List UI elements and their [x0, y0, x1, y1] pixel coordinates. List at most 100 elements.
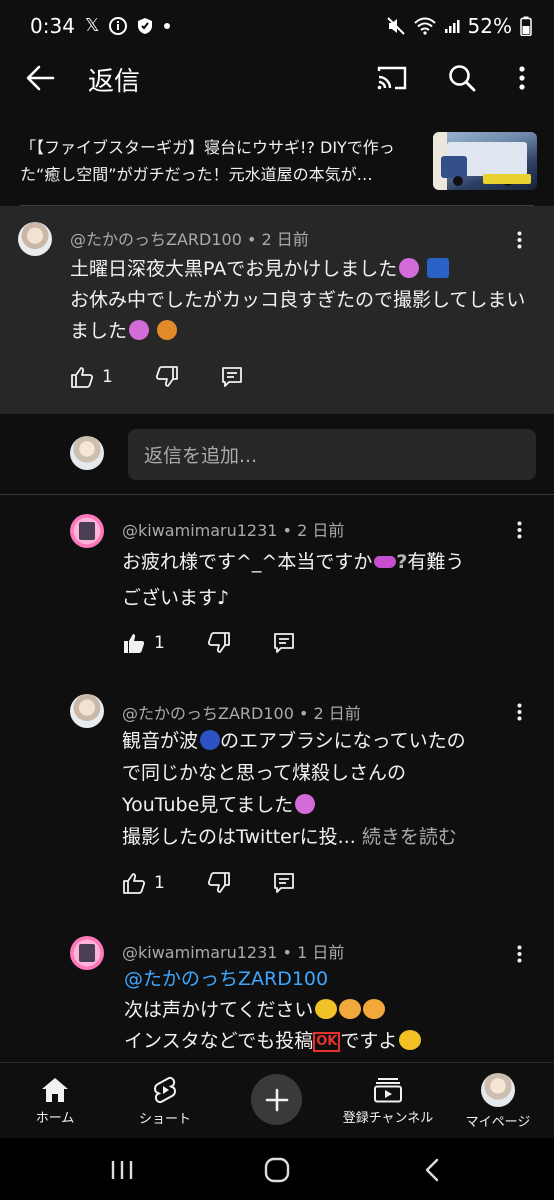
my-avatar	[70, 436, 104, 470]
like-button[interactable]: 1	[70, 366, 113, 388]
comment-author[interactable]: @たかのっちZARD100	[70, 230, 242, 249]
ok-button-emoji-icon: OK	[313, 1032, 341, 1052]
dislike-button[interactable]	[207, 872, 231, 894]
cast-icon	[377, 66, 407, 90]
bottom-navigation: ホーム ショート 登録チャンネル マイページ	[0, 1062, 554, 1138]
read-more-link[interactable]: 続きを読む	[362, 826, 457, 848]
nav-subscriptions[interactable]: 登録チャンネル	[334, 1063, 442, 1139]
comment-meta: @kiwamimaru1231 • 1 日前	[122, 943, 345, 962]
home-icon	[42, 1077, 68, 1102]
thumb-up-icon	[71, 367, 94, 388]
page-title: 返信	[88, 67, 141, 97]
like-count: 1	[102, 367, 113, 387]
question-mark-emoji-icon: ?	[396, 551, 408, 573]
truck-emoji-icon	[427, 258, 450, 278]
comment-meta: @kiwamimaru1231 • 2 日前	[122, 521, 345, 540]
comment-age: 2 日前	[313, 704, 361, 723]
mention-link[interactable]: @たかのっちZARD100	[124, 968, 328, 990]
recent-apps-icon	[111, 1161, 133, 1179]
signal-icon	[444, 18, 460, 34]
comment-text: 土曜日深夜大黒PAでお見かけしました お休み中でしたがカッコ良すぎたので撮影して…	[70, 258, 526, 342]
thumb-up-filled-icon	[124, 634, 145, 653]
reply-button[interactable]	[273, 872, 295, 894]
battery-level: 52%	[467, 14, 512, 38]
app-bar: 返信	[0, 52, 554, 104]
avatar[interactable]	[70, 694, 104, 728]
nav-label: ショート	[138, 1111, 191, 1127]
thumb-down-icon	[155, 366, 178, 387]
video-header[interactable]: 「【ファイブスターギガ】寝台にウサギ!? DIYで作った“癒し空間”がガチだった…	[0, 118, 554, 206]
back-arrow-icon	[26, 65, 55, 91]
reply-input[interactable]: 返信を追加...	[128, 429, 536, 480]
add-reply-row: 返信を追加...	[0, 414, 554, 494]
comment-meta: @たかのっちZARD100 • 2 日前	[122, 704, 361, 723]
more-vert-icon	[517, 945, 521, 963]
nav-shorts[interactable]: ショート	[128, 1063, 202, 1139]
nav-label: ホーム	[35, 1110, 75, 1126]
comment-more-button[interactable]	[509, 698, 529, 726]
status-time: 0:34	[30, 14, 75, 38]
reply-button[interactable]	[273, 632, 295, 654]
comment-actions: 1	[122, 632, 295, 654]
comment-actions: 1	[70, 366, 243, 388]
comment-author[interactable]: @たかのっちZARD100	[122, 704, 294, 723]
notification-dot-icon	[163, 22, 171, 30]
comment-icon	[273, 873, 294, 893]
cast-button[interactable]	[372, 60, 412, 96]
back-button[interactable]	[22, 60, 58, 96]
hand-over-mouth-emoji-icon	[399, 1030, 422, 1050]
comment-icon	[273, 633, 294, 653]
thumbs-up-emoji-icon	[363, 999, 386, 1019]
comment-text: お疲れ様です^_^本当ですか ?有難う ございます♪	[122, 551, 465, 609]
shorts-icon	[154, 1076, 176, 1103]
reply-placeholder: 返信を追加...	[144, 445, 258, 467]
chevron-left-icon	[425, 1158, 439, 1182]
comment-more-button[interactable]	[509, 226, 529, 254]
more-vert-icon	[517, 231, 521, 249]
avatar[interactable]	[70, 514, 104, 548]
video-title: 「【ファイブスターギガ】寝台にウサギ!? DIYで作った“癒し空間”がガチだった…	[20, 138, 395, 184]
person-bowing-emoji-icon	[157, 320, 178, 340]
more-vert-icon	[517, 703, 521, 721]
create-button[interactable]	[251, 1074, 302, 1125]
comment-icon	[221, 367, 242, 387]
home-system-button[interactable]	[255, 1150, 299, 1190]
battery-icon	[520, 16, 532, 36]
profile-avatar	[481, 1072, 515, 1107]
comment-author[interactable]: @kiwamimaru1231	[122, 521, 277, 540]
comment-author[interactable]: @kiwamimaru1231	[122, 943, 277, 962]
smiling-face-emoji-icon	[129, 320, 150, 340]
dislike-button[interactable]	[207, 632, 231, 654]
divider	[0, 494, 554, 495]
smiling-face-emoji-icon	[399, 258, 420, 278]
nav-label: 登録チャンネル	[342, 1110, 434, 1126]
water-wave-emoji-icon	[200, 730, 221, 750]
search-button[interactable]	[442, 60, 482, 96]
reply-button[interactable]	[221, 366, 243, 388]
like-button[interactable]: 1	[122, 632, 165, 654]
home-circle-icon	[264, 1157, 290, 1183]
thumb-up-icon	[123, 873, 146, 894]
comment-more-button[interactable]	[509, 516, 529, 544]
comment-age: 2 日前	[297, 521, 345, 540]
mute-icon	[386, 16, 406, 36]
comment-meta: @たかのっちZARD100 • 2 日前	[70, 230, 309, 249]
comment-age: 1 日前	[297, 943, 345, 962]
like-button[interactable]: 1	[122, 872, 165, 894]
thumb-down-icon	[207, 632, 230, 653]
avatar[interactable]	[70, 936, 104, 970]
smiling-face-emoji-icon	[295, 794, 316, 814]
avatar[interactable]	[18, 222, 52, 256]
search-icon	[449, 65, 476, 92]
video-thumbnail[interactable]	[433, 132, 537, 190]
recent-apps-button[interactable]	[100, 1150, 144, 1190]
x-app-icon: 𝕏	[84, 15, 100, 36]
thumbs-up-emoji-icon	[339, 999, 362, 1019]
nav-you[interactable]: マイページ	[458, 1063, 538, 1139]
like-count: 1	[154, 633, 165, 653]
nav-home[interactable]: ホーム	[18, 1063, 92, 1139]
comment-text: 観音が波 のエアブラシになっていたの で同じかなと思って煤殺しさんの YouTub…	[122, 730, 466, 848]
more-options-button[interactable]	[506, 60, 538, 96]
back-system-button[interactable]	[410, 1150, 454, 1190]
dislike-button[interactable]	[155, 366, 179, 388]
